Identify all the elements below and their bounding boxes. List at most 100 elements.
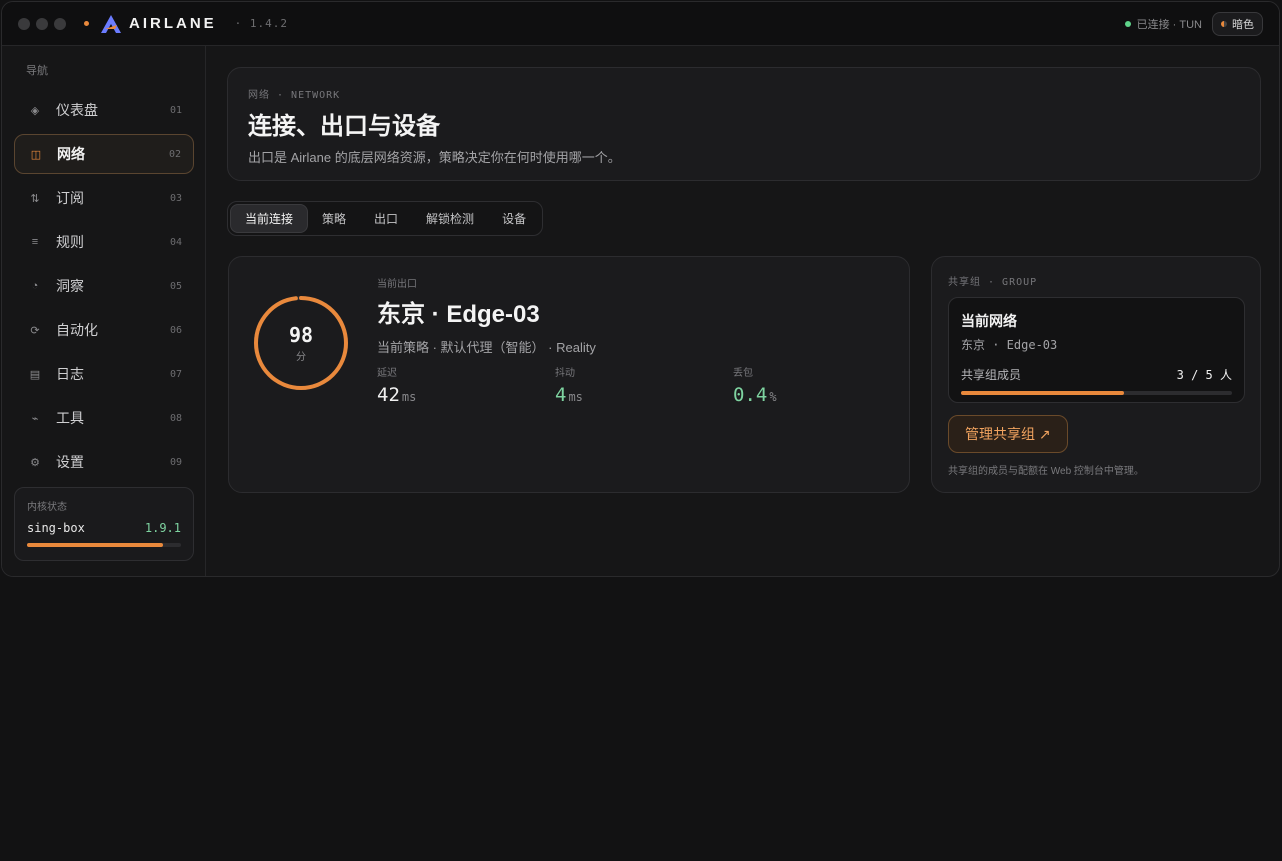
sidebar-item-label: 洞察 <box>56 278 84 294</box>
page-header-card: 网络 · NETWORK 连接、出口与设备 出口是 Airlane 的底层网络资… <box>227 67 1261 181</box>
minimize-window-button[interactable] <box>36 17 48 30</box>
sidebar-item-5[interactable]: ◔ 洞察 05 <box>14 266 194 306</box>
maximize-window-button[interactable] <box>54 17 66 30</box>
metric-value-row: 42 ms <box>377 384 555 406</box>
nav-heading: 导航 <box>26 65 48 77</box>
sidebar-item-label: 日志 <box>56 366 84 382</box>
exit-metrics: 延迟 42 ms 抖动 4 ms 丢包 0.4% <box>377 364 911 406</box>
metric-unit: ms <box>568 390 583 404</box>
metric-label: 抖动 <box>555 368 575 379</box>
sidebar-item-label: 规则 <box>56 234 84 250</box>
insights-icon: ◔ <box>31 280 39 292</box>
sidebar-item-label: 自动化 <box>56 322 98 338</box>
automation-icon: ⟳ <box>30 324 40 337</box>
tab-1[interactable]: 当前连接 <box>230 204 309 233</box>
metric-1: 延迟 42 ms <box>377 364 555 406</box>
current-exit-card: 98 分 当前出口 东京 · Edge-03 当前策略 · 默认代理（智能） ·… <box>228 256 910 493</box>
tab-4[interactable]: 解锁检测 <box>412 204 488 233</box>
rules-icon: ≡ <box>31 236 39 248</box>
sidebar-item-number: 01 <box>169 104 182 116</box>
group-members-count: 3 / 5 人 <box>1176 368 1232 382</box>
connection-status: 已连接 · TUN <box>1124 16 1202 32</box>
titlebar: AIRLANE · 1.4.2 已连接 · TUN 暗色 <box>2 2 1279 46</box>
settings-icon: ⚙ <box>30 456 40 469</box>
kernel-progress-bar <box>27 543 181 547</box>
group-network-exit: 东京 · Edge-03 <box>961 338 1058 352</box>
status-dot <box>84 21 89 26</box>
sidebar-item-number: 03 <box>169 192 182 204</box>
group-members-fill <box>961 391 1124 395</box>
connected-dot-icon <box>1124 20 1131 27</box>
group-note: 共享组的成员与配额在 Web 控制台中管理。 <box>948 466 1144 477</box>
tab-2[interactable]: 策略 <box>308 204 360 233</box>
sidebar-item-number: 08 <box>169 412 182 424</box>
logs-icon: ▤ <box>29 368 41 381</box>
sidebar: 导航 ◈ 仪表盘 01 ◫ 网络 02 ⇅ 订阅 03 ≡ 规则 04 ◔ 洞察 05 ⟳ 自动化 06 ▤ 日志 07… <box>2 46 206 576</box>
subscription-icon: ⇅ <box>30 192 40 205</box>
kernel-name: sing-box <box>27 521 85 535</box>
group-network-panel: 当前网络 东京 · Edge-03 共享组成员 3 / 5 人 <box>948 297 1245 403</box>
metric-3: 丢包 0.4% <box>733 364 911 406</box>
share-group-card: 共享组 · GROUP 当前网络 东京 · Edge-03 共享组成员 3 / … <box>931 256 1261 493</box>
tab-3[interactable]: 出口 <box>360 204 412 233</box>
metric-value: 4 <box>555 384 567 406</box>
sidebar-item-number: 04 <box>169 236 182 248</box>
sidebar-item-number: 07 <box>169 368 182 380</box>
sidebar-item-label: 仪表盘 <box>56 102 98 118</box>
app-window: AIRLANE · 1.4.2 已连接 · TUN 暗色 导航 ◈ 仪表盘 01 ◫ 网… <box>1 1 1280 577</box>
window-controls <box>18 17 66 30</box>
sidebar-item-number: 06 <box>169 324 182 336</box>
exit-eyebrow: 当前出口 <box>377 279 417 290</box>
metric-value-row: 4 ms <box>555 384 733 406</box>
sidebar-item-label: 设置 <box>56 454 84 470</box>
kernel-status-title: 内核状态 <box>27 502 67 513</box>
main-content: 网络 · NETWORK 连接、出口与设备 出口是 Airlane 的底层网络资… <box>207 46 1279 576</box>
tools-icon: ⌁ <box>31 412 39 425</box>
group-eyebrow: 共享组 · GROUP <box>948 277 1038 288</box>
connection-status-label: 已连接 · TUN <box>1136 18 1202 31</box>
sidebar-item-1[interactable]: ◈ 仪表盘 01 <box>14 90 194 130</box>
sidebar-item-6[interactable]: ⟳ 自动化 06 <box>14 310 194 350</box>
sidebar-item-number: 02 <box>168 148 181 160</box>
metric-unit: ms <box>401 390 417 404</box>
score-unit: 分 <box>296 352 306 363</box>
exit-policy: 当前策略 · 默认代理（智能） · Reality <box>377 340 596 355</box>
metric-value: 42 <box>377 384 400 406</box>
score-value: 98 <box>288 323 314 347</box>
sidebar-item-3[interactable]: ⇅ 订阅 03 <box>14 178 194 218</box>
sidebar-item-number: 05 <box>169 280 182 292</box>
app-name: AIRLANE <box>129 15 217 32</box>
sidebar-item-4[interactable]: ≡ 规则 04 <box>14 222 194 262</box>
metric-label: 丢包 <box>733 368 753 379</box>
sidebar-item-label: 工具 <box>56 410 84 426</box>
airlane-logo-icon <box>101 14 121 33</box>
theme-toggle-button[interactable]: 暗色 <box>1212 11 1263 36</box>
kernel-status-card: 内核状态 sing-box 1.9.1 <box>14 487 194 561</box>
app-version: · 1.4.2 <box>234 17 289 30</box>
sidebar-item-7[interactable]: ▤ 日志 07 <box>14 354 194 394</box>
metric-2: 抖动 4 ms <box>555 364 733 406</box>
group-network-title: 当前网络 <box>961 313 1017 329</box>
theme-icon <box>1221 20 1227 27</box>
sidebar-item-label: 订阅 <box>56 190 84 206</box>
sidebar-item-label: 网络 <box>57 146 85 162</box>
sidebar-item-number: 09 <box>169 456 182 468</box>
page-eyebrow: 网络 · NETWORK <box>248 90 341 101</box>
close-window-button[interactable] <box>18 17 30 30</box>
sidebar-item-2[interactable]: ◫ 网络 02 <box>14 134 194 174</box>
network-tabs: 当前连接 策略 出口 解锁检测 设备 <box>227 201 544 236</box>
page-title: 连接、出口与设备 <box>248 113 440 140</box>
tab-5[interactable]: 设备 <box>488 204 540 233</box>
sidebar-item-9[interactable]: ⚙ 设置 09 <box>14 442 194 482</box>
manage-group-button[interactable]: 管理共享组 ↗ <box>948 415 1068 453</box>
theme-label: 暗色 <box>1232 18 1254 31</box>
group-members-bar <box>961 391 1232 395</box>
network-icon: ◫ <box>30 148 42 161</box>
metric-unit: % <box>769 390 777 404</box>
sidebar-item-8[interactable]: ⌁ 工具 08 <box>14 398 194 438</box>
metric-label: 延迟 <box>377 368 397 379</box>
dashboard-icon: ◈ <box>30 104 40 117</box>
metric-value-row: 0.4% <box>733 384 911 406</box>
score-display: 98 分 <box>253 295 349 391</box>
metric-value: 0.4 <box>733 384 768 406</box>
